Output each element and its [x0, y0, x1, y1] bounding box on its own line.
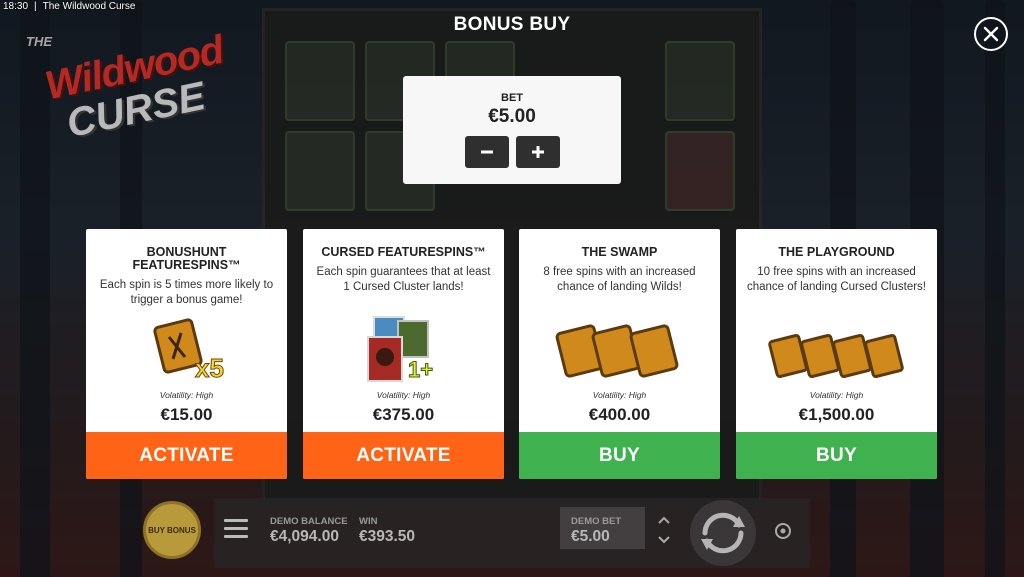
- close-icon: [983, 26, 999, 42]
- buy-button[interactable]: BUY: [736, 432, 937, 479]
- card-artwork: [519, 315, 720, 385]
- card-description: 8 free spins with an increased chance of…: [543, 266, 696, 293]
- bonus-card-swamp: THE SWAMP 8 free spins with an increased…: [519, 229, 720, 479]
- decrease-bet-button[interactable]: [464, 136, 509, 168]
- bonus-card-playground: THE PLAYGROUND 10 free spins with an inc…: [736, 229, 937, 479]
- chevron-up-icon: [658, 516, 670, 524]
- minus-icon: [480, 150, 493, 154]
- chevron-down-icon: [658, 536, 670, 544]
- autoplay-icon: [775, 523, 791, 539]
- window-title: The Wildwood Curse: [42, 1, 136, 12]
- multiplier-badge: x5: [195, 353, 224, 383]
- cluster-badge: 1+: [408, 357, 433, 382]
- bet-label: BET: [501, 92, 523, 104]
- buy-bonus-button[interactable]: BUY BONUS: [143, 501, 201, 559]
- demo-balance-label: DEMO BALANCE: [270, 516, 348, 527]
- demo-bet-label: DEMO BET: [571, 516, 622, 527]
- autoplay-button[interactable]: [771, 519, 795, 543]
- clock: 18:30: [3, 1, 29, 12]
- bet-down-button[interactable]: [652, 530, 676, 550]
- buy-button[interactable]: BUY: [519, 432, 720, 479]
- card-artwork: x5: [86, 315, 287, 385]
- card-description: 10 free spins with an increased chance o…: [747, 266, 926, 293]
- logo-the: THE: [26, 34, 52, 49]
- card-volatility: Volatility: High: [592, 390, 647, 400]
- activate-button[interactable]: ACTIVATE: [303, 432, 504, 479]
- game-logo: THE Wildwood CURSE: [22, 28, 232, 146]
- spin-button[interactable]: [690, 500, 756, 566]
- menu-icon[interactable]: [224, 519, 248, 539]
- card-volatility: Volatility: High: [159, 390, 214, 400]
- cursed-cluster-icon: 1+: [366, 316, 433, 383]
- card-title: CURSED FEATURESPINS™: [321, 245, 486, 259]
- card-volatility: Volatility: High: [376, 390, 431, 400]
- bet-up-button[interactable]: [652, 510, 676, 530]
- status-bar: 18:30 | The Wildwood Curse: [0, 0, 300, 14]
- bet-value: €5.00: [488, 106, 536, 127]
- card-price: €375.00: [372, 405, 435, 424]
- bonus-symbols-icon: [555, 324, 678, 378]
- demo-balance-value: €4,094.00: [270, 528, 339, 545]
- win-value: €393.50: [359, 528, 416, 545]
- bonus-card-cursed: CURSED FEATURESPINS™ Each spin guarantee…: [303, 229, 504, 479]
- card-artwork: [736, 321, 937, 391]
- page-title: BONUS BUY: [453, 14, 571, 35]
- card-volatility: Volatility: High: [809, 390, 864, 400]
- card-price: €400.00: [588, 405, 651, 424]
- spin-icon: [701, 512, 745, 554]
- plus-icon: [531, 146, 544, 158]
- increase-bet-button[interactable]: [515, 136, 560, 168]
- card-title: BONUSHUNT FEATURESPINS™: [132, 245, 241, 272]
- card-artwork: 1+: [303, 315, 504, 385]
- activate-button[interactable]: ACTIVATE: [86, 432, 287, 479]
- demo-bet-value: €5.00: [571, 528, 610, 545]
- card-price: €1,500.00: [798, 405, 875, 424]
- bonus-card-bonushunt: BONUSHUNT FEATURESPINS™ Each spin is 5 t…: [86, 229, 287, 479]
- bonus-symbol-icon: x5: [152, 318, 224, 383]
- win-label: WIN: [359, 516, 378, 527]
- card-description: Each spin guarantees that at least 1 Cur…: [316, 266, 491, 293]
- card-description: Each spin is 5 times more likely to trig…: [99, 279, 274, 306]
- bet-panel: BET €5.00: [403, 76, 621, 184]
- bonus-symbols-icon: [767, 334, 904, 378]
- close-button[interactable]: [974, 17, 1008, 51]
- card-title: THE SWAMP: [581, 245, 658, 259]
- card-price: €15.00: [160, 405, 213, 424]
- title-separator: |: [34, 1, 37, 12]
- card-title: THE PLAYGROUND: [778, 245, 895, 259]
